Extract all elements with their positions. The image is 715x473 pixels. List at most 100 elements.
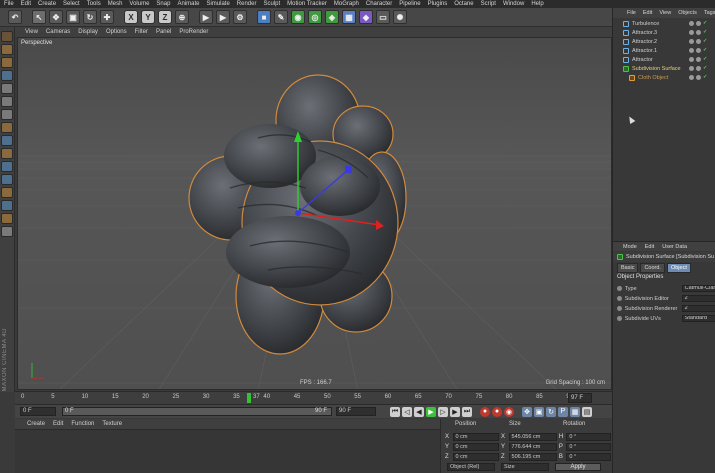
make-editable-icon[interactable]	[1, 31, 13, 42]
viewport-menu-filter[interactable]: Filter	[135, 29, 148, 35]
plane-icon[interactable]: ▦	[342, 10, 356, 24]
render-view-icon[interactable]: ▶	[199, 10, 213, 24]
render-visibility-dot[interactable]	[696, 57, 701, 62]
size-y-field[interactable]: 776.644 cm	[508, 442, 557, 451]
deformer-icon[interactable]: ◆	[359, 10, 373, 24]
position-y-field[interactable]: 0 cm	[452, 442, 499, 451]
menu-volume[interactable]: Volume	[129, 1, 149, 7]
editor-visibility-dot[interactable]	[689, 30, 694, 35]
visibility-toggles[interactable]: ✓	[689, 48, 708, 53]
menu-octane[interactable]: Octane	[454, 1, 473, 7]
previous-frame-icon[interactable]: ◀	[414, 406, 424, 417]
menu-pipeline[interactable]: Pipeline	[399, 1, 420, 7]
visibility-toggles[interactable]: ✓	[689, 21, 708, 26]
object-menu-view[interactable]: View	[659, 10, 671, 16]
enabled-check-icon[interactable]: ✓	[703, 57, 708, 62]
start-frame-field[interactable]: 0 F	[20, 407, 56, 416]
recent-tools-icon[interactable]: ✚	[100, 10, 114, 24]
go-to-start-icon[interactable]: ⏮	[390, 406, 400, 417]
viewport-menu-display[interactable]: Display	[78, 29, 98, 35]
record-keys-icon[interactable]: ●	[480, 406, 490, 417]
render-settings-icon[interactable]: ⚙	[233, 10, 247, 24]
visibility-toggles[interactable]: ✓	[689, 66, 708, 71]
property-value-field[interactable]: 2	[681, 295, 715, 302]
menu-plugins[interactable]: Plugins	[428, 1, 448, 7]
object-menu-edit[interactable]: Edit	[643, 10, 652, 16]
animate-dot-icon[interactable]	[617, 306, 622, 311]
menu-tools[interactable]: Tools	[87, 1, 101, 7]
menu-character[interactable]: Character	[366, 1, 392, 7]
rotate-icon[interactable]: ↻	[83, 10, 97, 24]
render-visibility-dot[interactable]	[696, 75, 701, 80]
visibility-toggles[interactable]: ✓	[689, 75, 708, 80]
parameter-key-icon[interactable]: P	[558, 406, 568, 417]
model-mode-icon[interactable]	[1, 44, 13, 55]
menu-window[interactable]: Window	[503, 1, 524, 7]
object-list-item[interactable]: Subdivision Surface ✓	[613, 64, 715, 73]
object-list-item[interactable]: Turbulence ✓	[613, 19, 715, 28]
play-icon[interactable]: ▶	[426, 406, 436, 417]
editor-visibility-dot[interactable]	[689, 39, 694, 44]
viewport-camera-label[interactable]: Perspective	[21, 40, 52, 46]
next-key-icon[interactable]: ▶	[450, 406, 460, 417]
undo-icon[interactable]: ↶	[8, 10, 22, 24]
rotation-h-field[interactable]: 0 °	[566, 432, 611, 441]
render-visibility-dot[interactable]	[696, 48, 701, 53]
viewport-menu-cameras[interactable]: Cameras	[46, 29, 70, 35]
tab-basic[interactable]: Basic	[617, 263, 639, 273]
subdivision-surface-icon[interactable]: ◉	[291, 10, 305, 24]
viewport-menu-view[interactable]: View	[25, 29, 38, 35]
tab-coord[interactable]: Coord.	[640, 263, 665, 273]
planar-workplane-icon[interactable]	[1, 187, 13, 198]
editor-visibility-dot[interactable]	[689, 75, 694, 80]
material-menu-texture[interactable]: Texture	[102, 421, 122, 427]
next-frame-icon[interactable]: ▷	[438, 406, 448, 417]
menu-edit[interactable]: Edit	[21, 1, 31, 7]
apply-button[interactable]: Apply	[555, 463, 601, 471]
coordinate-system-icon[interactable]: ⊕	[175, 10, 189, 24]
editor-visibility-dot[interactable]	[689, 57, 694, 62]
tab-object[interactable]: Object	[666, 263, 691, 273]
menu-sculpt[interactable]: Sculpt	[263, 1, 280, 7]
animate-dot-icon[interactable]	[617, 286, 622, 291]
rotation-b-field[interactable]: 0 °	[566, 452, 611, 461]
position-x-field[interactable]: 0 cm	[452, 432, 499, 441]
material-manager-area[interactable]	[15, 429, 440, 473]
enabled-check-icon[interactable]: ✓	[703, 21, 708, 26]
edges-mode-icon[interactable]	[1, 96, 13, 107]
live-selection-icon[interactable]: ↖	[32, 10, 46, 24]
enable-axis-icon[interactable]	[1, 122, 13, 133]
solo-icon[interactable]	[1, 200, 13, 211]
animate-dot-icon[interactable]	[617, 316, 622, 321]
menu-file[interactable]: File	[4, 1, 14, 7]
scale-icon[interactable]: ▣	[66, 10, 80, 24]
render-visibility-dot[interactable]	[696, 66, 701, 71]
editor-visibility-dot[interactable]	[689, 66, 694, 71]
object-menu-objects[interactable]: Objects	[678, 10, 697, 16]
enabled-check-icon[interactable]: ✓	[703, 48, 708, 53]
visibility-toggles[interactable]: ✓	[689, 30, 708, 35]
solo-hierarchy-icon[interactable]	[1, 213, 13, 224]
layout-icon[interactable]	[1, 226, 13, 237]
property-value-field[interactable]: Standard	[681, 315, 715, 322]
material-menu-create[interactable]: Create	[27, 421, 45, 427]
visibility-toggles[interactable]: ✓	[689, 39, 708, 44]
workplane-icon[interactable]	[1, 70, 13, 81]
render-visibility-dot[interactable]	[696, 30, 701, 35]
object-list-item[interactable]: Attractor.1 ✓	[613, 46, 715, 55]
position-key-icon[interactable]: ✥	[522, 406, 532, 417]
locked-workplane-icon[interactable]	[1, 174, 13, 185]
end-frame-input[interactable]: 90 F	[336, 407, 376, 416]
enabled-check-icon[interactable]: ✓	[703, 66, 708, 71]
menu-mesh[interactable]: Mesh	[108, 1, 123, 7]
viewport-menu-prorender[interactable]: ProRender	[179, 29, 208, 35]
render-picture-viewer-icon[interactable]: ▶	[216, 10, 230, 24]
object-menu-file[interactable]: File	[627, 10, 636, 16]
size-x-field[interactable]: 545.056 cm	[508, 432, 557, 441]
workplane-lock-icon[interactable]	[1, 161, 13, 172]
autokeying-icon[interactable]: ●	[492, 406, 502, 417]
frame-range-slider[interactable]: 0 F 90 F	[62, 407, 332, 416]
pen-spline-icon[interactable]: ✎	[274, 10, 288, 24]
x-axis-lock-button[interactable]: X	[124, 10, 138, 24]
menu-select[interactable]: Select	[63, 1, 80, 7]
